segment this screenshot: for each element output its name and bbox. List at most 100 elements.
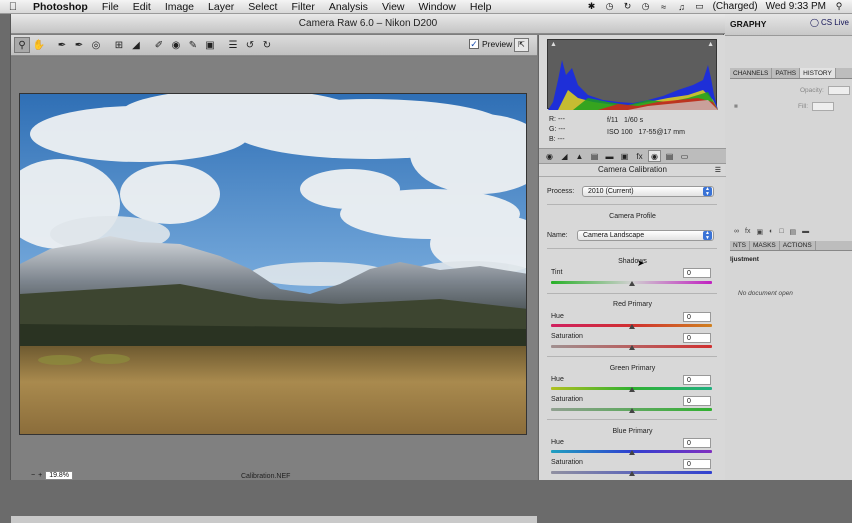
menu-select[interactable]: Select: [241, 1, 284, 13]
process-select[interactable]: 2010 (Current) ▲ ▼: [582, 186, 714, 197]
menu-edit[interactable]: Edit: [126, 1, 158, 13]
cs-live-icon: ◯: [810, 18, 819, 27]
color-sampler-tool-icon[interactable]: ✒: [71, 37, 87, 53]
workspace-label[interactable]: GRAPHY: [730, 19, 766, 29]
adjustment-brush-icon[interactable]: ✎: [185, 37, 201, 53]
blue-hue-field[interactable]: 0: [683, 438, 711, 448]
time-machine-icon[interactable]: ◷: [605, 1, 615, 12]
mask-icon[interactable]: ▣: [756, 228, 763, 239]
cs-live-button[interactable]: ◯ CS Live: [810, 18, 849, 27]
red-eye-tool-icon[interactable]: ◉: [168, 37, 184, 53]
spotlight-search-icon[interactable]: ⚲: [834, 1, 844, 12]
tab-channels[interactable]: CHANNELS: [730, 68, 773, 78]
divider: [547, 356, 717, 357]
bluetooth-icon[interactable]: ✱: [587, 1, 597, 12]
green-hue-thumb[interactable]: [629, 387, 635, 392]
rotate-cw-icon[interactable]: ↻: [259, 37, 275, 53]
menu-filter[interactable]: Filter: [284, 1, 321, 13]
tab-paths[interactable]: PATHS: [772, 68, 801, 78]
menu-clock[interactable]: Wed 9:33 PM: [766, 1, 826, 12]
group-icon[interactable]: □: [779, 228, 783, 239]
r-value: R: ---: [549, 116, 565, 123]
red-hue-thumb[interactable]: [629, 324, 635, 329]
camera-profile-select[interactable]: Camera Landscape ▲ ▼: [577, 230, 714, 241]
clock-icon[interactable]: ◷: [641, 1, 651, 12]
shadows-tint-field[interactable]: 0: [683, 268, 711, 278]
rotate-ccw-icon[interactable]: ↺: [242, 37, 258, 53]
green-hue-field[interactable]: 0: [683, 375, 711, 385]
snapshots-tab-icon[interactable]: ▭: [678, 150, 691, 162]
hsl-tab-icon[interactable]: ▤: [588, 150, 601, 162]
blue-saturation-field[interactable]: 0: [683, 459, 711, 469]
tab-history[interactable]: HISTORY: [800, 68, 836, 78]
menu-layer[interactable]: Layer: [201, 1, 241, 13]
zoom-in-icon[interactable]: +: [38, 472, 42, 479]
green-saturation-thumb[interactable]: [629, 408, 635, 413]
tab-adjustments[interactable]: NTS: [730, 241, 750, 250]
red-hue-field[interactable]: 0: [683, 312, 711, 322]
menu-view[interactable]: View: [375, 1, 412, 13]
effects-tab-icon[interactable]: fx: [633, 150, 646, 162]
photoshop-options-bar: GRAPHY ◯ CS Live: [724, 14, 852, 36]
landscape-photo[interactable]: [19, 93, 527, 435]
battery-icon[interactable]: ▭: [695, 1, 705, 12]
white-balance-tool-icon[interactable]: ✒: [54, 37, 70, 53]
adjustment-layer-icon[interactable]: ◐: [769, 228, 773, 239]
menu-window[interactable]: Window: [412, 1, 463, 13]
wifi-icon[interactable]: ≈: [659, 2, 669, 12]
menu-help[interactable]: Help: [463, 1, 499, 13]
tone-curve-tab-icon[interactable]: ◢: [558, 150, 571, 162]
highlight-clipping-icon[interactable]: ▲: [707, 41, 714, 48]
sync-icon[interactable]: ↻: [623, 1, 633, 12]
spot-removal-tool-icon[interactable]: ✐: [151, 37, 167, 53]
tab-actions[interactable]: ACTIONS: [780, 241, 816, 250]
preview-toggle[interactable]: ✓ Preview: [469, 39, 512, 49]
hand-tool-icon[interactable]: ✋: [31, 37, 47, 53]
fullscreen-toggle-icon[interactable]: ⇱: [514, 38, 529, 52]
preview-label: Preview: [482, 39, 513, 49]
presets-tab-icon[interactable]: ▤: [663, 150, 676, 162]
link-layers-icon[interactable]: ∞: [734, 228, 739, 239]
fill-field[interactable]: [812, 101, 835, 111]
shadow-clipping-icon[interactable]: ▲: [550, 41, 557, 48]
blue-saturation-label: Saturation: [551, 459, 583, 466]
basic-tab-icon[interactable]: ◉: [543, 150, 556, 162]
new-layer-icon[interactable]: ▤: [790, 228, 797, 239]
panel-tab-icons: ◉ ◢ ▲ ▤ ▬ ▣ fx ◉ ▤ ▭: [539, 148, 726, 164]
preferences-icon[interactable]: ☰: [225, 37, 241, 53]
red-saturation-field[interactable]: 0: [683, 333, 711, 343]
menu-file[interactable]: File: [95, 1, 126, 13]
apple-menu-icon[interactable]: : [0, 1, 26, 13]
lens-corrections-tab-icon[interactable]: ▣: [618, 150, 631, 162]
fx-icon[interactable]: fx: [745, 228, 750, 239]
zoom-tool-icon[interactable]: ⚲: [14, 37, 30, 53]
exif-readout: f/11 1/60 s ISO 100 17-55@17 mm: [607, 115, 685, 139]
menu-app-photoshop[interactable]: Photoshop: [26, 1, 95, 13]
menu-image[interactable]: Image: [158, 1, 201, 13]
blue-saturation-thumb[interactable]: [629, 471, 635, 476]
crop-tool-icon[interactable]: ⊞: [111, 37, 127, 53]
straighten-tool-icon[interactable]: ◢: [128, 37, 144, 53]
b-value: B: ---: [549, 136, 565, 143]
detail-tab-icon[interactable]: ▲: [573, 150, 586, 162]
trash-icon[interactable]: ▬: [802, 228, 809, 239]
opacity-field[interactable]: [827, 85, 850, 95]
tab-masks[interactable]: MASKS: [750, 241, 780, 250]
adjustment-title: ljustment: [730, 256, 759, 263]
red-saturation-thumb[interactable]: [629, 345, 635, 350]
green-saturation-field[interactable]: 0: [683, 396, 711, 406]
blue-hue-thumb[interactable]: [629, 450, 635, 455]
graduated-filter-icon[interactable]: ▣: [202, 37, 218, 53]
zoom-level-select[interactable]: 19.8%: [45, 470, 74, 480]
zoom-out-icon[interactable]: −: [31, 472, 35, 479]
preview-checkbox[interactable]: ✓: [469, 39, 479, 49]
menu-analysis[interactable]: Analysis: [322, 1, 375, 13]
targeted-adjustment-tool-icon[interactable]: ◎: [88, 37, 104, 53]
panel-menu-icon[interactable]: ☰: [715, 166, 721, 174]
opacity-row: Opacity:: [730, 84, 852, 96]
lock-icon[interactable]: ■: [734, 103, 738, 110]
camera-calibration-tab-icon[interactable]: ◉: [648, 150, 661, 162]
volume-icon[interactable]: ♫: [677, 2, 687, 12]
split-toning-tab-icon[interactable]: ▬: [603, 150, 616, 162]
shadows-tint-thumb[interactable]: [629, 281, 635, 286]
